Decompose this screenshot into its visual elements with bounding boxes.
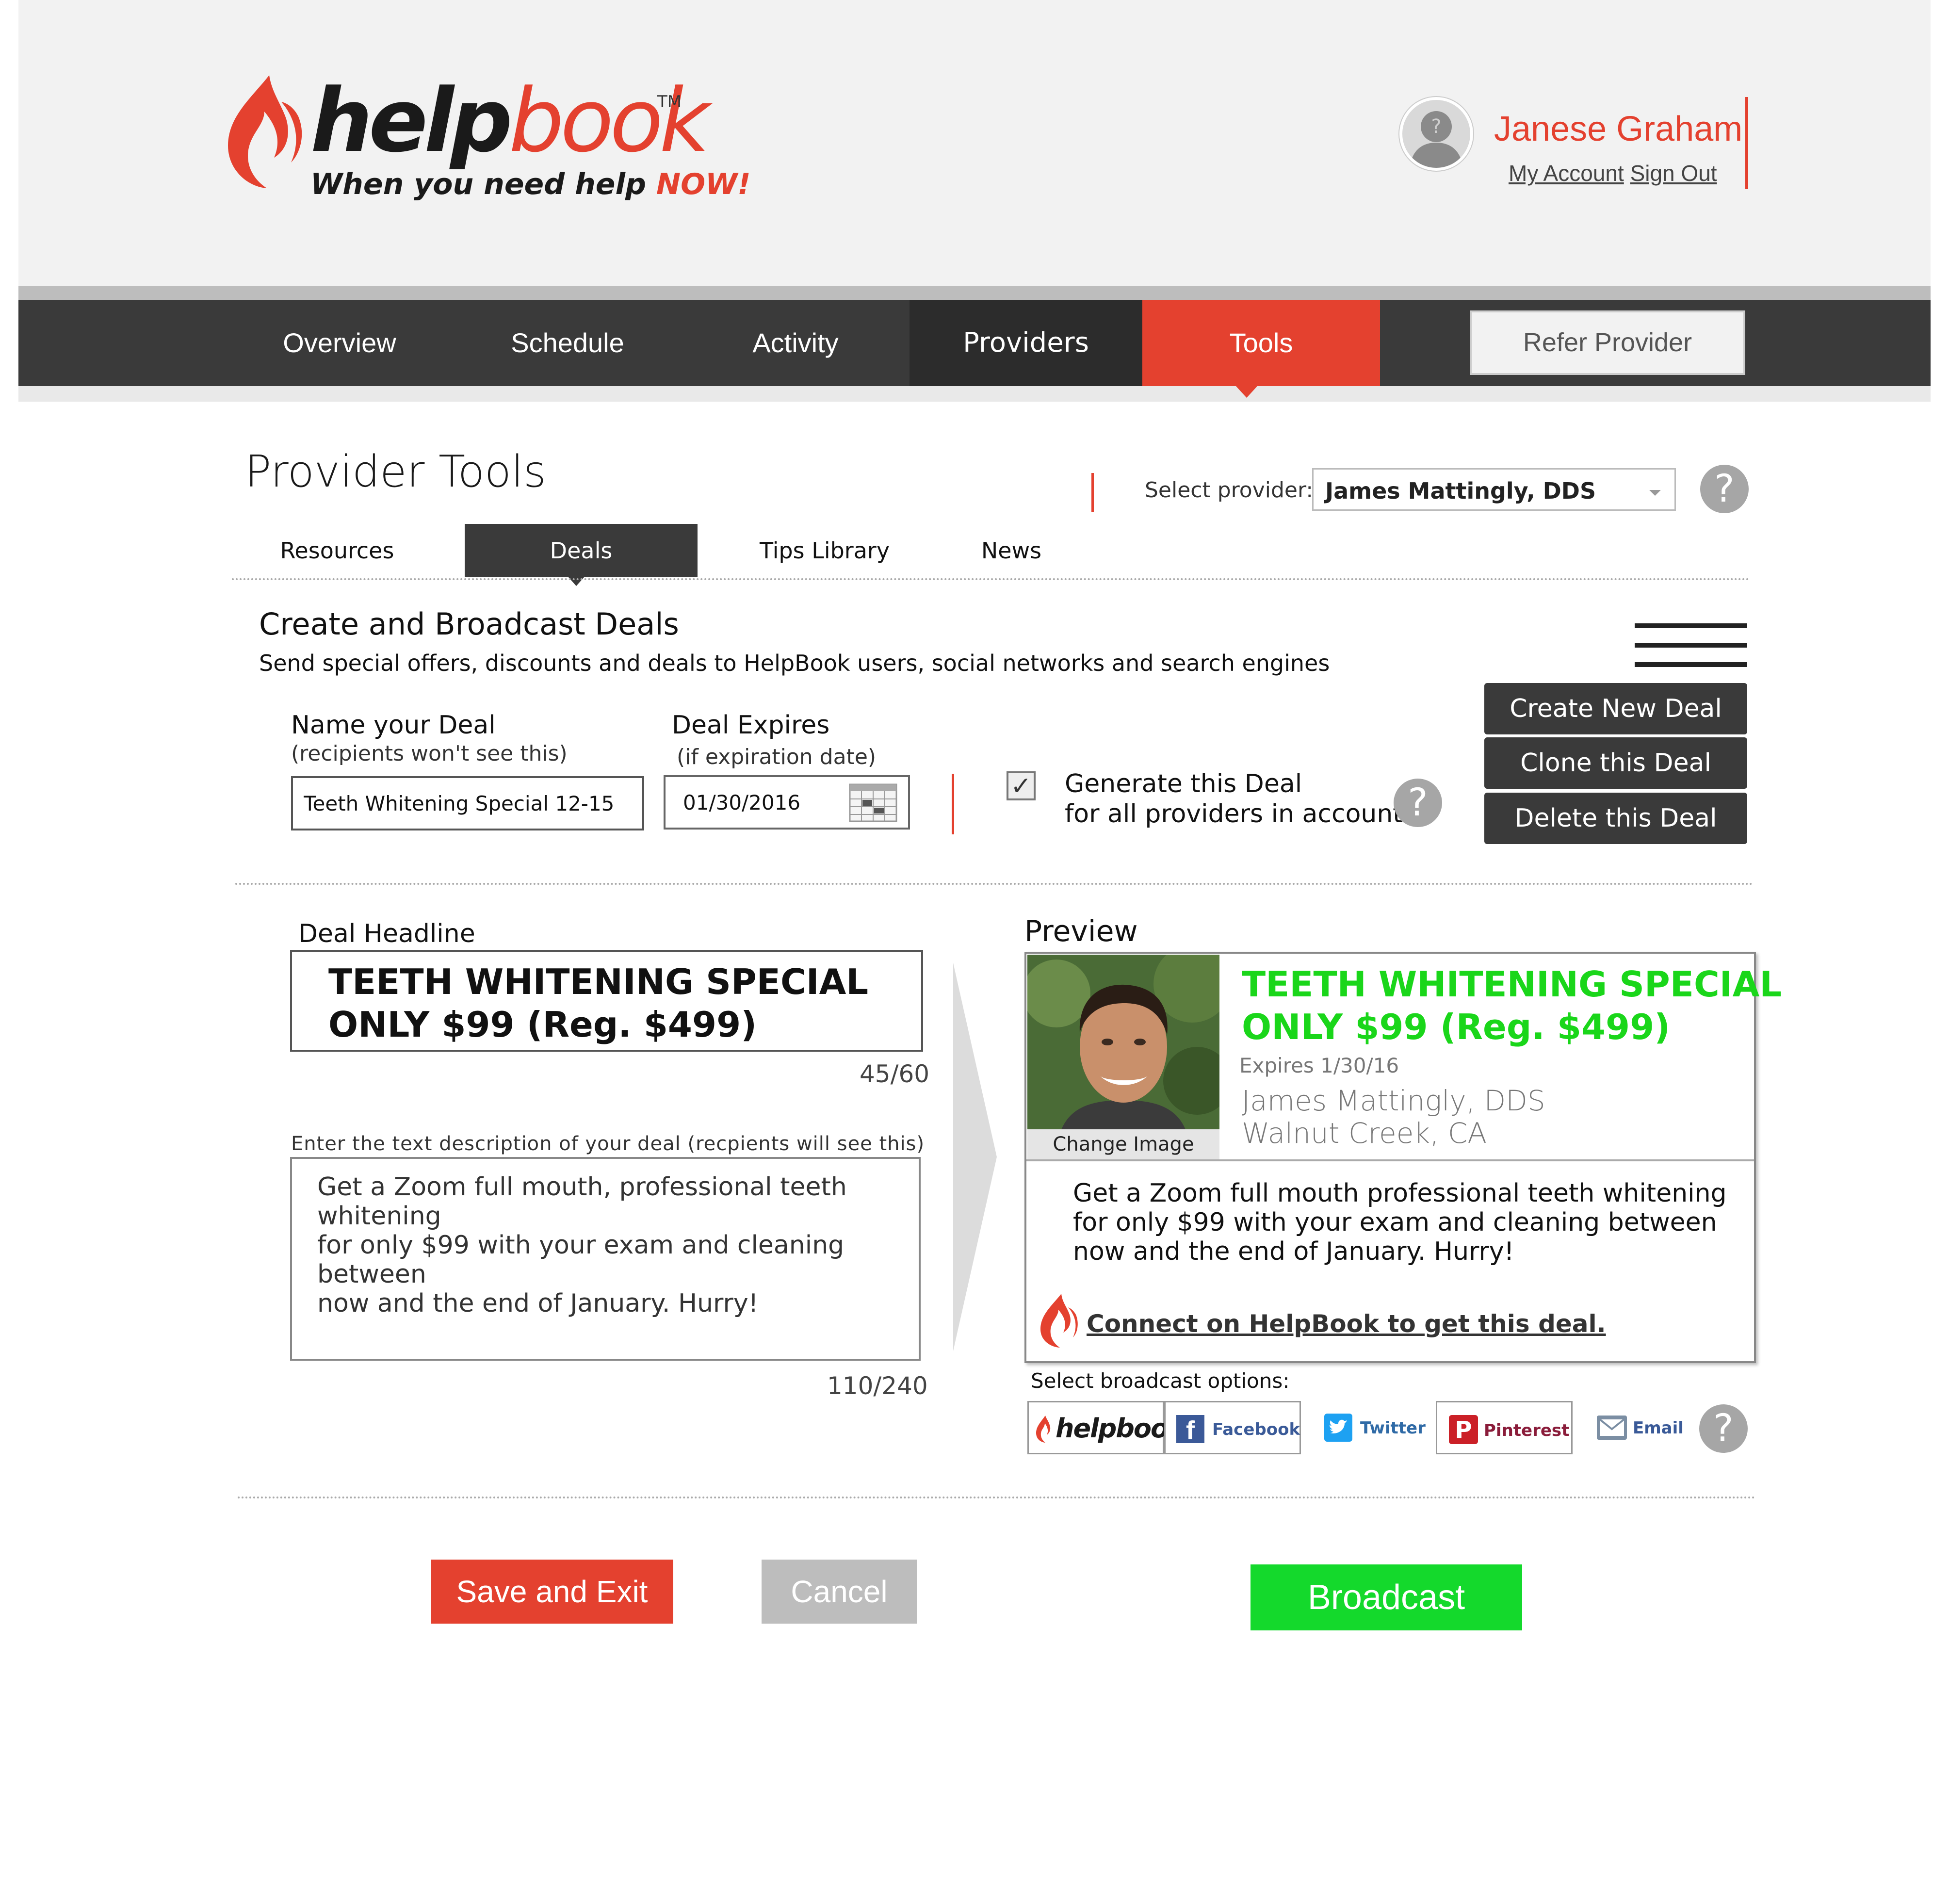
connect-on-helpbook-link[interactable]: Connect on HelpBook to get this deal.	[1087, 1310, 1606, 1338]
broadcast-options-label: Select broadcast options:	[1031, 1369, 1290, 1393]
preview-location: Walnut Creek, CA	[1242, 1117, 1487, 1150]
logo-wordmark: helpbook	[310, 70, 710, 172]
provider-select[interactable]: James Mattingly, DDS	[1312, 468, 1676, 511]
nav-tools[interactable]: Tools	[1142, 300, 1380, 386]
provider-help-icon[interactable]: ?	[1700, 465, 1749, 513]
section-divider	[235, 883, 1754, 885]
page-title: Provider Tools	[245, 446, 546, 497]
create-new-deal-button[interactable]: Create New Deal	[1484, 683, 1747, 734]
tab-news[interactable]: News	[951, 524, 1072, 577]
broadcast-email-option[interactable]: Email	[1586, 1401, 1703, 1454]
deal-name-hint: (recipients won't see this)	[291, 741, 568, 766]
provider-photo[interactable]	[1027, 955, 1219, 1149]
preview-description: Get a Zoom full mouth professional teeth…	[1073, 1179, 1727, 1266]
broadcast-twitter-option[interactable]: Twitter	[1310, 1401, 1436, 1454]
clone-deal-button[interactable]: Clone this Deal	[1484, 737, 1747, 789]
broadcast-help-icon[interactable]: ?	[1699, 1404, 1748, 1453]
nav-schedule[interactable]: Schedule	[480, 300, 655, 386]
email-icon	[1597, 1416, 1627, 1440]
section-description: Send special offers, discounts and deals…	[259, 650, 1330, 676]
helpbook-flame-icon	[1040, 1294, 1078, 1348]
broadcast-helpbook-option[interactable]: helpbook	[1027, 1401, 1185, 1454]
headline-char-count: 45/60	[860, 1060, 930, 1088]
logo-trademark: TM	[657, 92, 682, 112]
deal-expires-label: Deal Expires	[672, 711, 830, 740]
preview-provider-name: James Mattingly, DDS	[1242, 1084, 1545, 1117]
twitter-icon	[1324, 1414, 1352, 1442]
nav-bottom-strip	[18, 386, 1931, 402]
arrow-right-icon	[953, 963, 997, 1351]
broadcast-button[interactable]: Broadcast	[1251, 1564, 1522, 1630]
broadcast-pinterest-label: Pinterest	[1484, 1421, 1570, 1440]
avatar[interactable]: ?	[1399, 97, 1473, 171]
section-title: Create and Broadcast Deals	[259, 606, 679, 642]
facebook-icon: f	[1176, 1415, 1204, 1445]
broadcast-email-label: Email	[1633, 1418, 1684, 1438]
active-tab-caret	[1236, 386, 1257, 398]
broadcast-twitter-label: Twitter	[1360, 1418, 1426, 1438]
provider-divider	[1091, 473, 1094, 512]
header-divider	[1745, 97, 1748, 189]
nav-top-strip	[18, 286, 1931, 300]
preview-headline: TEETH WHITENING SPECIAL ONLY $99 (Reg. $4…	[1242, 964, 1782, 1047]
deal-expires-hint: (if expiration date)	[677, 745, 877, 769]
generate-help-icon[interactable]: ?	[1394, 779, 1442, 827]
headline-input[interactable]: TEETH WHITENING SPECIAL ONLY $99 (Reg. $4…	[290, 950, 923, 1052]
provider-photo-image	[1027, 955, 1219, 1149]
generate-all-label: Generate this Deal for all providers in a…	[1065, 769, 1403, 829]
helpbook-logo[interactable]: helpbook TM When you need help NOW!	[223, 70, 751, 209]
tabs-divider	[232, 578, 1750, 580]
logo-tagline: When you need help NOW!	[310, 167, 751, 201]
nav-activity[interactable]: Activity	[708, 300, 883, 386]
save-and-exit-button[interactable]: Save and Exit	[431, 1560, 673, 1624]
svg-text:?: ?	[1431, 115, 1441, 138]
delete-deal-button[interactable]: Delete this Deal	[1484, 793, 1747, 844]
account-links: My Account Sign Out	[1509, 160, 1717, 186]
select-provider-label: Select provider:	[1145, 478, 1314, 503]
change-image-button[interactable]: Change Image	[1027, 1129, 1219, 1159]
description-textarea[interactable]: Get a Zoom full mouth, professional teet…	[290, 1157, 921, 1361]
footer-divider	[238, 1497, 1756, 1498]
provider-select-value: James Mattingly, DDS	[1325, 478, 1596, 504]
nav-overview[interactable]: Overview	[252, 300, 427, 386]
user-name: Janese Graham	[1494, 110, 1743, 148]
helpbook-flame-icon	[1036, 1416, 1051, 1443]
user-placeholder-icon: ?	[1410, 111, 1463, 168]
sign-out-link[interactable]: Sign Out	[1630, 161, 1717, 186]
preview-label: Preview	[1024, 914, 1138, 948]
description-char-count: 110/240	[827, 1372, 928, 1400]
broadcast-facebook-label: Facebook	[1212, 1420, 1300, 1439]
preview-divider	[1026, 1159, 1754, 1161]
tab-tips-library[interactable]: Tips Library	[737, 524, 912, 577]
headline-label: Deal Headline	[298, 919, 475, 948]
menu-icon[interactable]	[1635, 623, 1747, 667]
pinterest-icon: P	[1449, 1415, 1478, 1444]
broadcast-pinterest-option[interactable]: P Pinterest	[1436, 1401, 1573, 1454]
refer-provider-button[interactable]: Refer Provider	[1470, 310, 1745, 375]
preview-expires: Expires 1/30/16	[1239, 1054, 1399, 1077]
generate-divider	[952, 774, 954, 834]
cancel-button[interactable]: Cancel	[762, 1560, 917, 1624]
calendar-icon[interactable]	[849, 783, 897, 822]
chevron-down-icon[interactable]	[1649, 490, 1661, 496]
deal-name-label: Name your Deal	[291, 711, 496, 740]
deal-name-input[interactable]	[291, 776, 644, 830]
flame-logo-icon	[228, 75, 302, 188]
tab-deals[interactable]: Deals	[465, 524, 698, 577]
tab-resources[interactable]: Resources	[247, 524, 427, 577]
generate-all-checkbox[interactable]: ✓	[1007, 771, 1036, 800]
broadcast-facebook-option[interactable]: f Facebook	[1164, 1401, 1301, 1454]
description-label: Enter the text description of your deal …	[291, 1133, 925, 1155]
my-account-link[interactable]: My Account	[1509, 161, 1624, 186]
nav-providers[interactable]: Providers	[910, 300, 1142, 386]
